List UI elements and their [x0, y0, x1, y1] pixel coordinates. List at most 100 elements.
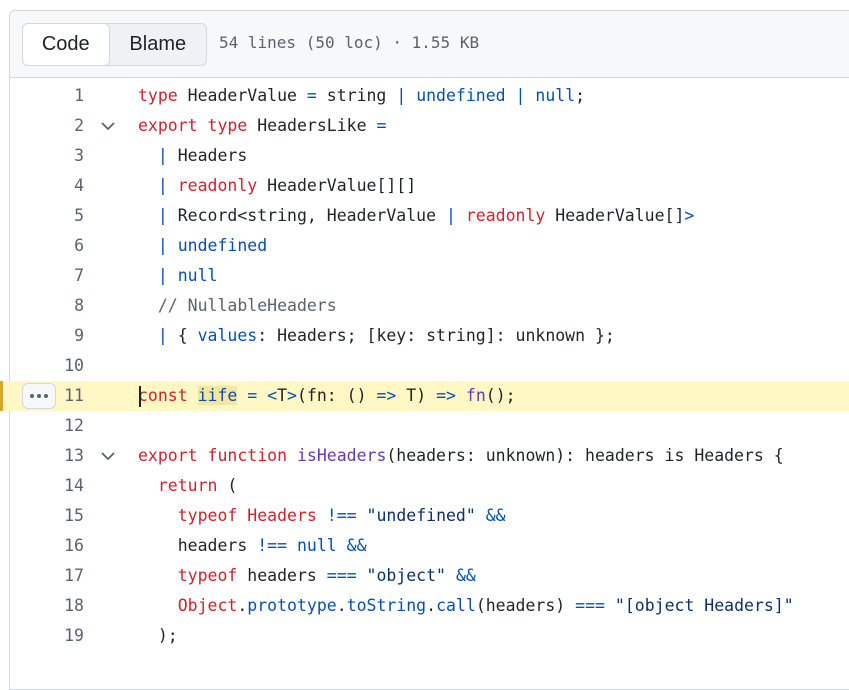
- code-token: (fn: (): [296, 386, 377, 405]
- chevron-down-icon[interactable]: [98, 441, 118, 471]
- code-line: 9 | { values: Headers; [key: string]: un…: [0, 321, 849, 351]
- line-content: | readonly HeaderValue[][]: [138, 171, 416, 201]
- line-number[interactable]: 16: [0, 531, 84, 561]
- line-number[interactable]: 7: [0, 261, 84, 291]
- code-tab[interactable]: Code: [22, 23, 110, 66]
- code-token: ===: [575, 596, 605, 615]
- line-content: | undefined: [138, 231, 267, 261]
- code-line: 10: [0, 351, 849, 381]
- code-token: ();: [485, 386, 516, 405]
- code-token: |: [157, 176, 168, 195]
- line-number[interactable]: 15: [0, 501, 84, 531]
- code-token: T: [277, 386, 288, 405]
- code-line: 12: [0, 411, 849, 441]
- code-line: 2 export type HeadersLike =: [0, 111, 849, 141]
- line-number[interactable]: 8: [0, 291, 84, 321]
- line-number[interactable]: 5: [0, 201, 84, 231]
- code-token: isHeaders: [296, 446, 387, 465]
- code-token: typeof: [177, 506, 238, 525]
- code-token: export: [138, 116, 198, 135]
- code-token: "undefined": [366, 506, 476, 525]
- code-token: // NullableHeaders: [138, 296, 337, 315]
- code-token: Object: [177, 596, 238, 615]
- view-mode-toggle: Code Blame: [22, 23, 207, 66]
- line-number[interactable]: 9: [0, 321, 84, 351]
- code-token: null: [535, 86, 576, 105]
- code-token: const: [138, 386, 188, 405]
- code-token: iife: [197, 386, 238, 405]
- code-token: values: [197, 326, 258, 345]
- code-line: 14 return (: [0, 471, 849, 501]
- code-token: function: [207, 446, 288, 465]
- code-line: 11 const iife = <T>(fn: () => T) => fn();: [0, 381, 849, 411]
- code-token: readonly: [177, 176, 258, 195]
- line-content: typeof Headers !== "undefined" &&: [138, 501, 506, 531]
- line-number[interactable]: 11: [0, 381, 84, 411]
- line-number[interactable]: 18: [0, 591, 84, 621]
- code-token: (headers): [475, 596, 576, 615]
- code-token: HeadersLike: [247, 116, 377, 135]
- line-number[interactable]: 13: [0, 441, 84, 471]
- code-token: undefined: [416, 86, 506, 105]
- line-number[interactable]: 14: [0, 471, 84, 501]
- code-token: undefined: [177, 236, 268, 255]
- code-token: =: [306, 86, 317, 105]
- line-number[interactable]: 3: [0, 141, 84, 171]
- code-token: .: [336, 596, 347, 615]
- code-token: |: [157, 266, 168, 285]
- code-token: null: [296, 536, 337, 555]
- chevron-down-icon[interactable]: [98, 111, 118, 141]
- code-line: 8 // NullableHeaders: [0, 291, 849, 321]
- line-content: Object.prototype.toString.call(headers) …: [138, 591, 794, 621]
- line-number[interactable]: 6: [0, 231, 84, 261]
- code-line: 18 Object.prototype.toString.call(header…: [0, 591, 849, 621]
- code-token: toString: [346, 596, 427, 615]
- line-number[interactable]: 17: [0, 561, 84, 591]
- code-line: 1 type HeaderValue = string | undefined |…: [0, 81, 849, 111]
- line-number[interactable]: 2: [0, 111, 84, 141]
- code-token: HeaderValue[][]: [257, 176, 417, 195]
- code-token: >: [287, 386, 297, 405]
- line-number[interactable]: 19: [0, 621, 84, 651]
- code-token: typeof: [177, 566, 238, 585]
- code-token: =: [376, 116, 387, 135]
- code-token: prototype: [247, 596, 337, 615]
- code-token: =>: [436, 386, 456, 405]
- line-number[interactable]: 1: [0, 81, 84, 111]
- code-token: {: [167, 326, 198, 345]
- code-token: |: [157, 146, 168, 165]
- blame-tab[interactable]: Blame: [110, 24, 206, 65]
- line-number[interactable]: 12: [0, 411, 84, 441]
- code-token: >: [684, 206, 695, 225]
- code-token: !==: [257, 536, 288, 555]
- code-line: 4 | readonly HeaderValue[][]: [0, 171, 849, 201]
- line-content: );: [138, 621, 178, 651]
- line-number[interactable]: 10: [0, 351, 84, 381]
- code-line: 6 | undefined: [0, 231, 849, 261]
- line-number[interactable]: 4: [0, 171, 84, 201]
- code-token: call: [436, 596, 476, 615]
- code-token: string: [316, 86, 397, 105]
- code-token: HeaderValue[]: [545, 206, 685, 225]
- code-token: Record<string, HeaderValue: [167, 206, 446, 225]
- code-listing[interactable]: 1 type HeaderValue = string | undefined |…: [0, 81, 849, 651]
- code-token: type: [207, 116, 248, 135]
